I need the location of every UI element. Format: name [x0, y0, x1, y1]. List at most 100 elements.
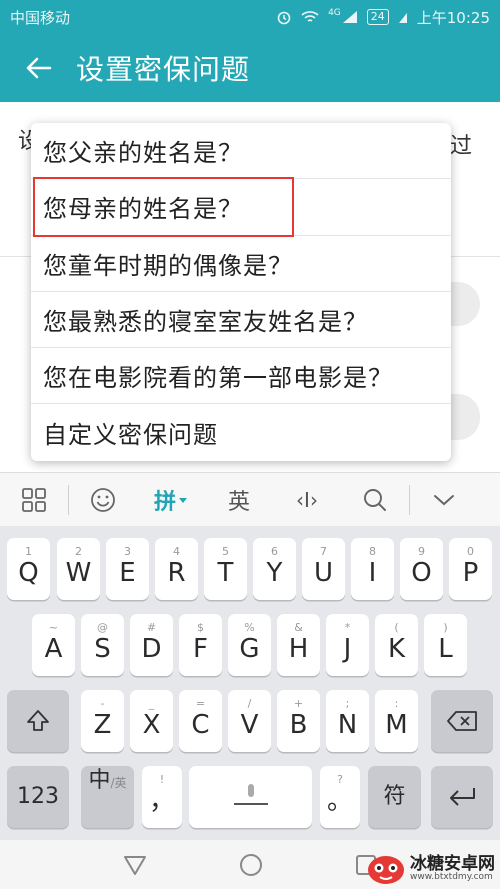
- key-sub: =: [195, 697, 206, 710]
- period-key[interactable]: ? 。: [320, 766, 360, 828]
- key-sub: 2: [75, 545, 82, 558]
- back-arrow-icon: [26, 57, 52, 79]
- key-label: K: [387, 634, 406, 664]
- key-e[interactable]: 3E: [106, 538, 149, 600]
- key-label: J: [343, 634, 352, 664]
- home-circle-icon[interactable]: [238, 852, 264, 878]
- menu-item-father-name[interactable]: 您父亲的姓名是？: [31, 123, 451, 180]
- key-k[interactable]: (K: [375, 614, 418, 676]
- key-sub: #: [146, 621, 157, 634]
- wifi-icon: [301, 11, 319, 22]
- key-b[interactable]: + B: [277, 690, 320, 752]
- key-sub: 7: [320, 545, 327, 558]
- key-z[interactable]: -Z: [81, 690, 124, 752]
- key-l[interactable]: ) L: [424, 614, 467, 676]
- language-switch-key[interactable]: 中 /英: [81, 766, 134, 828]
- key-sub: (: [394, 621, 399, 634]
- menu-item-custom-question[interactable]: 自定义密保问题: [31, 404, 451, 460]
- key-y[interactable]: 6Y: [253, 538, 296, 600]
- alarm-icon: [277, 11, 291, 25]
- key-sub: ~: [48, 621, 59, 634]
- watermark-logo: [368, 856, 404, 884]
- enter-key[interactable]: [431, 766, 493, 828]
- menu-item-mother-name[interactable]: 您母亲的姓名是？: [31, 179, 451, 236]
- shift-key[interactable]: [7, 690, 69, 752]
- carrier-label: 中国移动: [10, 8, 71, 27]
- key-o[interactable]: 9O: [400, 538, 443, 600]
- backspace-key[interactable]: [431, 690, 493, 752]
- menu-item-childhood-idol[interactable]: 您童年时期的偶像是？: [31, 236, 451, 292]
- key-f[interactable]: $ F: [179, 614, 222, 676]
- key-sub: 8: [369, 545, 376, 558]
- key-r[interactable]: 4R: [155, 538, 198, 600]
- key-label: I: [368, 558, 377, 588]
- key-g[interactable]: % G: [228, 614, 271, 676]
- key-sub: *: [344, 621, 351, 634]
- backspace-icon: [447, 711, 477, 731]
- key-d[interactable]: # D: [130, 614, 173, 676]
- key-t[interactable]: 5T: [204, 538, 247, 600]
- search-icon: [364, 488, 386, 511]
- description-text-partial-right: 过: [450, 134, 473, 159]
- hide-keyboard-button[interactable]: [410, 493, 478, 507]
- key-w[interactable]: 2W: [57, 538, 100, 600]
- key-c[interactable]: = C: [179, 690, 222, 752]
- key-j[interactable]: * J: [326, 614, 369, 676]
- battery-icon: 24: [366, 9, 389, 25]
- keyboard-menu-button[interactable]: [0, 487, 68, 513]
- key-i[interactable]: 8I: [351, 538, 394, 600]
- key-v[interactable]: / V: [228, 690, 271, 752]
- key-x[interactable]: _ X: [130, 690, 173, 752]
- page-title: 设置密保问题: [76, 53, 251, 86]
- menu-item-first-movie[interactable]: 您在电影院看的第一部电影是？: [31, 348, 451, 405]
- key-sub: &: [294, 621, 303, 634]
- key-label: B: [289, 710, 308, 740]
- key-label: N: [337, 710, 358, 740]
- emoji-button[interactable]: [69, 486, 137, 514]
- key-s[interactable]: @ S: [81, 614, 124, 676]
- key-label: U: [313, 558, 334, 588]
- back-triangle-icon[interactable]: [122, 853, 148, 877]
- pinyin-mode-button[interactable]: 拼: [137, 484, 205, 516]
- key-label: S: [94, 634, 111, 664]
- menu-item-roommate-name[interactable]: 您最熟悉的寝室室友姓名是？: [31, 292, 451, 349]
- key-sub: 6: [271, 545, 278, 558]
- key-label: 123: [17, 784, 59, 809]
- key-n[interactable]: ; N: [326, 690, 369, 752]
- search-button[interactable]: [341, 487, 409, 513]
- key-label: G: [239, 634, 260, 664]
- comma-key[interactable]: ! ，: [142, 766, 182, 828]
- grid-icon: [22, 487, 46, 512]
- key-m[interactable]: :M: [375, 690, 418, 752]
- status-bar: 中国移动 4G 24 上午10:25: [0, 0, 500, 34]
- app-bar: 设置密保问题: [0, 34, 500, 102]
- key-label: T: [217, 558, 234, 588]
- chevron-down-icon: [434, 494, 454, 505]
- symbols-key[interactable]: 符: [368, 766, 421, 828]
- status-icons: 4G 24 上午10:25: [276, 7, 490, 28]
- key-label: W: [65, 558, 92, 588]
- key-q[interactable]: 1Q: [7, 538, 50, 600]
- key-h[interactable]: & H: [277, 614, 320, 676]
- key-label: R: [167, 558, 186, 588]
- key-label: A: [44, 634, 63, 664]
- back-button[interactable]: [0, 56, 76, 80]
- cursor-label: ‹I›: [296, 487, 318, 512]
- english-mode-button[interactable]: 英: [205, 484, 273, 516]
- keyboard-toolbar: 拼 英 ‹I›: [0, 472, 500, 526]
- key-sub: @: [97, 621, 108, 634]
- key-sub: /: [247, 697, 252, 710]
- key-a[interactable]: ~ A: [32, 614, 75, 676]
- emoji-icon: [91, 487, 115, 512]
- key-sub: _: [148, 697, 155, 710]
- key-label: P: [462, 558, 479, 588]
- key-sub: %: [244, 621, 255, 634]
- shift-icon: [27, 710, 49, 731]
- space-key[interactable]: [189, 766, 312, 828]
- numbers-key[interactable]: 123: [7, 766, 69, 828]
- english-label: 英: [227, 489, 250, 515]
- cursor-button[interactable]: ‹I›: [273, 488, 341, 512]
- key-p[interactable]: 0P: [449, 538, 492, 600]
- key-sub: 0: [467, 545, 474, 558]
- key-u[interactable]: 7U: [302, 538, 345, 600]
